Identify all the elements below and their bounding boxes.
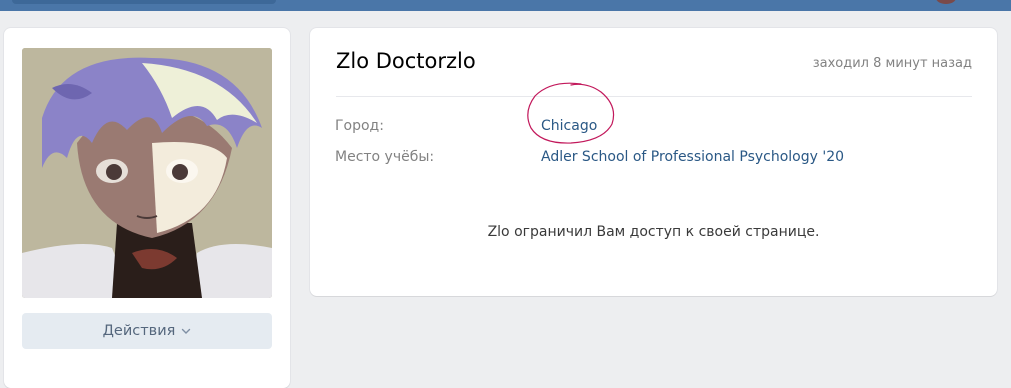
city-link[interactable]: Chicago [541,118,597,134]
page-title: Zlo Doctorzlo [336,49,476,73]
education-link[interactable]: Adler School of Professional Psychology … [541,149,844,165]
education-label: Место учёбы: [335,149,435,165]
last-seen-status: заходил 8 минут назад [812,56,972,71]
actions-button-label: Действия [102,323,176,339]
user-avatar-icon[interactable] [936,0,956,4]
restricted-access-message: Zlo ограничил Вам доступ к своей страниц… [487,224,820,240]
top-navigation-bar [0,0,1011,11]
divider [336,96,972,97]
city-label: Город: [335,118,384,134]
chevron-down-icon [182,328,191,334]
anime-portrait-icon [22,48,272,298]
actions-button[interactable]: Действия [22,313,272,349]
profile-photo-card: Действия [4,28,290,388]
hand-drawn-circle-annotation [527,82,615,144]
profile-photo[interactable] [22,48,272,298]
profile-info-card: Zlo Doctorzlo заходил 8 минут назад Горо… [310,28,997,296]
search-bar-edge[interactable] [12,0,276,4]
